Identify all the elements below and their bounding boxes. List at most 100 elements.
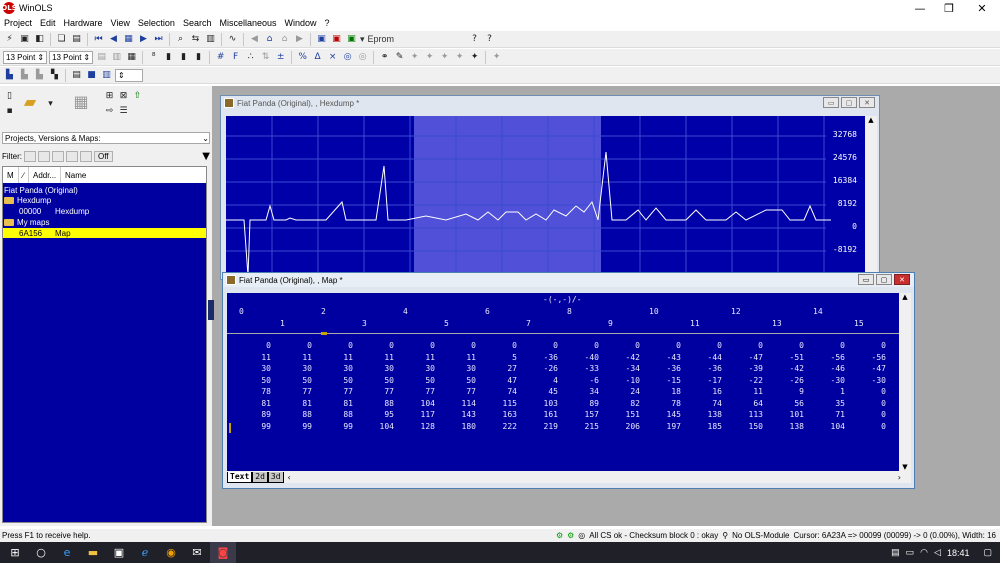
map-cell[interactable]: 0: [372, 341, 394, 350]
column-address[interactable]: Addr...: [29, 167, 62, 183]
map-cell[interactable]: 30: [290, 364, 312, 373]
tab-text[interactable]: Text: [227, 471, 253, 483]
network-tray-icon[interactable]: ▤: [891, 547, 900, 558]
minimize-icon[interactable]: —: [904, 0, 936, 16]
map-cell[interactable]: 77: [454, 387, 476, 396]
bit16-icon[interactable]: ▮: [162, 51, 175, 64]
map-cell[interactable]: 0: [823, 341, 845, 350]
menu-view[interactable]: View: [107, 18, 134, 28]
map-cell[interactable]: 89: [577, 399, 599, 408]
map-cell[interactable]: 222: [495, 422, 517, 431]
map-cell[interactable]: 30: [249, 364, 271, 373]
map-cell[interactable]: 11: [413, 353, 435, 362]
home-grey-icon[interactable]: ⌂: [278, 33, 291, 46]
bin-icon[interactable]: ∴: [244, 51, 257, 64]
font-size-spinner-a[interactable]: 13 Point ⇕: [3, 50, 48, 64]
map-cell[interactable]: 206: [618, 422, 640, 431]
map-cell[interactable]: 0: [700, 341, 722, 350]
map-cell[interactable]: 115: [495, 399, 517, 408]
ie-icon[interactable]: ℯ: [132, 542, 158, 563]
map-cell[interactable]: 151: [618, 410, 640, 419]
map-cell[interactable]: 56: [782, 399, 804, 408]
map-cell[interactable]: -44: [700, 353, 722, 362]
notifications-icon[interactable]: ▢: [983, 547, 992, 558]
map-cell[interactable]: 16: [700, 387, 722, 396]
map-cell[interactable]: 77: [372, 387, 394, 396]
map-cell[interactable]: 138: [782, 422, 804, 431]
map-cell[interactable]: 219: [536, 422, 558, 431]
save-icon[interactable]: ▪: [3, 104, 16, 117]
column-sort[interactable]: ∕: [19, 167, 30, 183]
map-tool-g-icon[interactable]: ▥: [100, 69, 113, 82]
map-cell[interactable]: 35: [823, 399, 845, 408]
first-icon[interactable]: ⏮: [92, 33, 105, 46]
map-cell[interactable]: -17: [700, 376, 722, 385]
map-cell[interactable]: 24: [618, 387, 640, 396]
close-icon[interactable]: ✕: [966, 0, 998, 16]
hex-ff-icon[interactable]: F: [229, 51, 242, 64]
menu-edit[interactable]: Edit: [36, 18, 60, 28]
map-cell[interactable]: 0: [454, 341, 476, 350]
map-cell[interactable]: 101: [782, 410, 804, 419]
tree-folder-hexdump[interactable]: Hexdump: [3, 195, 206, 205]
filter-dropdown-icon[interactable]: ▼: [202, 151, 210, 162]
tree-item-map[interactable]: 6A156 Map: [3, 228, 206, 238]
map-cell[interactable]: 11: [741, 387, 763, 396]
close-icon[interactable]: ✕: [859, 97, 875, 108]
map-cell[interactable]: 50: [372, 376, 394, 385]
list-icon[interactable]: ☰: [117, 104, 130, 117]
map-cell[interactable]: 185: [700, 422, 722, 431]
tree-folder-mymaps[interactable]: My maps: [3, 217, 206, 227]
map-cell[interactable]: -42: [782, 364, 804, 373]
map-cell[interactable]: 77: [290, 387, 312, 396]
map-cell[interactable]: 4: [536, 376, 558, 385]
map-cell[interactable]: 11: [454, 353, 476, 362]
map-cell[interactable]: 45: [536, 387, 558, 396]
map-cell[interactable]: 34: [577, 387, 599, 396]
map-cell[interactable]: 74: [495, 387, 517, 396]
help-icon[interactable]: ?: [468, 33, 481, 46]
map-cell[interactable]: -56: [823, 353, 845, 362]
map-cell[interactable]: 114: [454, 399, 476, 408]
menu-project[interactable]: Project: [0, 18, 36, 28]
copy-icon[interactable]: ❏: [55, 33, 68, 46]
edge-icon[interactable]: e: [54, 542, 80, 563]
map-cell[interactable]: 5: [495, 353, 517, 362]
menu-help[interactable]: ?: [321, 18, 334, 28]
tree-item-hexdump[interactable]: 00000 Hexdump: [3, 206, 206, 216]
map-cell[interactable]: 0: [864, 410, 886, 419]
prev-icon[interactable]: ◀: [107, 33, 120, 46]
font-size-spinner-b[interactable]: 13 Point ⇕: [49, 50, 94, 64]
map-cell[interactable]: -43: [659, 353, 681, 362]
map-cell[interactable]: 197: [659, 422, 681, 431]
scroll-down-icon[interactable]: ▼: [899, 463, 911, 471]
hexdump-window[interactable]: Fiat Panda (Original), , Hexdump * ▭ ▢ ✕: [220, 95, 880, 280]
map-cell[interactable]: 215: [577, 422, 599, 431]
plug-icon[interactable]: ⚡: [3, 33, 16, 46]
filter-a-button[interactable]: [24, 151, 36, 162]
map-cell[interactable]: -46: [823, 364, 845, 373]
map-cell[interactable]: 50: [454, 376, 476, 385]
home-icon[interactable]: ⌂: [263, 33, 276, 46]
maximize-icon[interactable]: ▢: [841, 97, 857, 108]
map-cell[interactable]: 81: [331, 399, 353, 408]
map-cell[interactable]: -47: [741, 353, 763, 362]
map-cell[interactable]: 81: [290, 399, 312, 408]
map-cell[interactable]: 0: [864, 399, 886, 408]
search-icon[interactable]: ○: [28, 542, 54, 563]
tool-c-icon[interactable]: ✦: [438, 51, 451, 64]
eprom-dropdown[interactable]: ▾ Eprom: [360, 34, 394, 45]
project-tree[interactable]: M ∕ Addr... Name Fiat Panda (Original) H…: [2, 166, 207, 523]
import-icon[interactable]: ▦: [69, 89, 93, 113]
lohi-icon[interactable]: ⇅: [259, 51, 272, 64]
hexdump-graph[interactable]: [226, 116, 866, 278]
float-icon[interactable]: ▮: [192, 51, 205, 64]
map-cell[interactable]: -30: [864, 376, 886, 385]
map-cell[interactable]: 78: [249, 387, 271, 396]
original-icon[interactable]: ◎: [341, 51, 354, 64]
map-cell[interactable]: 77: [331, 387, 353, 396]
map-cell[interactable]: 143: [454, 410, 476, 419]
map-cell[interactable]: -39: [741, 364, 763, 373]
map-cell[interactable]: 104: [372, 422, 394, 431]
map-cell[interactable]: -56: [864, 353, 886, 362]
